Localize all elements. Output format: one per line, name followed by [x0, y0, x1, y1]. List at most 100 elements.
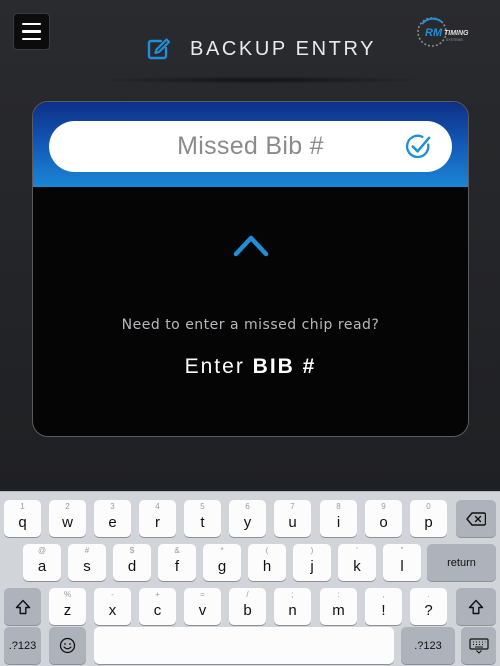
key-alt-char: ': [356, 546, 358, 555]
key-z[interactable]: % z: [49, 588, 86, 625]
enter-bib-instruction: Enter BIB #: [33, 355, 468, 379]
key-exclamation[interactable]: ,!: [365, 588, 402, 625]
key-q[interactable]: 1q: [4, 500, 41, 537]
key-char: k: [353, 558, 361, 575]
missed-bib-input[interactable]: Missed Bib #: [49, 121, 452, 172]
numbers-key-left[interactable]: .?123: [4, 627, 41, 664]
arrow-up-icon: [233, 235, 269, 301]
key-alt-char: 0: [426, 502, 431, 511]
key-char: j: [310, 558, 314, 575]
key-char: d: [127, 558, 137, 575]
return-key[interactable]: return: [427, 544, 496, 581]
return-label: return: [447, 556, 476, 569]
shift-key-left[interactable]: [4, 588, 41, 625]
key-alt-char: 3: [110, 502, 115, 511]
key-alt-char: @: [37, 546, 47, 555]
key-char: s: [83, 558, 91, 575]
key-b[interactable]: / b: [229, 588, 266, 625]
key-w[interactable]: 2w: [49, 500, 86, 537]
key-s[interactable]: # s: [68, 544, 106, 581]
key-char: c: [153, 602, 162, 619]
key-alt-char: 9: [381, 502, 386, 511]
key-alt-char: .: [427, 590, 430, 599]
key-alt-char: 4: [155, 502, 160, 511]
key-o[interactable]: 9o: [365, 500, 402, 537]
key-alt-char: 7: [290, 502, 295, 511]
key-d[interactable]: $ d: [113, 544, 151, 581]
key-t[interactable]: 5t: [184, 500, 221, 537]
key-alt-char: (: [265, 546, 269, 555]
key-j[interactable]: ) j: [293, 544, 331, 581]
key-char: q: [18, 514, 27, 531]
dismiss-keyboard-key[interactable]: [461, 627, 496, 664]
onscreen-keyboard: 1q 2w 3e 4r 5t 6y 7u 8i 9o 0p @ a # s $ d &…: [0, 491, 500, 666]
enter-prefix: Enter: [184, 355, 245, 378]
header-divider-shadow: [90, 76, 430, 84]
key-f[interactable]: & f: [158, 544, 196, 581]
key-alt-char: ;: [291, 590, 294, 599]
key-alt-char: ,: [382, 590, 385, 599]
key-alt-char: &: [174, 546, 180, 555]
missed-chip-hint: Need to enter a missed chip read?: [121, 317, 380, 333]
key-x[interactable]: -x: [94, 588, 131, 625]
key-alt-char: %: [63, 590, 72, 599]
shift-key-face: [456, 588, 496, 625]
bib-input-placeholder: Missed Bib #: [177, 132, 324, 160]
key-question[interactable]: .?: [410, 588, 447, 625]
key-alt-char: ): [310, 546, 314, 555]
key-char: t: [200, 514, 205, 531]
key-alt-char: *: [220, 546, 224, 555]
menu-icon-bar: [22, 37, 41, 41]
key-m[interactable]: :m: [320, 588, 357, 625]
numbers-key-label: .?123: [414, 639, 442, 652]
key-alt-char: +: [155, 590, 160, 599]
key-char: y: [243, 514, 252, 531]
key-v[interactable]: = v: [184, 588, 221, 625]
key-alt-char: $: [129, 546, 135, 555]
key-h[interactable]: (h: [248, 544, 286, 581]
enter-bib-label: BIB #: [252, 355, 317, 378]
key-k[interactable]: ' k: [338, 544, 376, 581]
menu-icon-bar: [22, 30, 41, 33]
keyboard-icon: [468, 637, 489, 654]
key-g[interactable]: * g: [203, 544, 241, 581]
key-p[interactable]: 0p: [410, 500, 447, 537]
svg-text:RM: RM: [425, 27, 443, 39]
key-n[interactable]: ; n: [274, 588, 311, 625]
key-c[interactable]: + c: [139, 588, 176, 625]
emoji-icon: [59, 637, 76, 654]
page-title-group: BACKUP ENTRY: [147, 36, 376, 62]
key-char: h: [262, 558, 272, 575]
backspace-key-face: [456, 500, 496, 537]
emoji-key[interactable]: [49, 627, 86, 664]
rm-timing-logo: RM TIMING SYSTEMS: [417, 17, 469, 47]
edit-icon: [147, 38, 171, 60]
key-char: v: [198, 602, 207, 619]
key-alt-char: #: [84, 546, 90, 555]
key-char: f: [174, 558, 180, 575]
page-title: BACKUP ENTRY: [190, 37, 377, 60]
backspace-key[interactable]: [456, 500, 496, 537]
key-char: x: [108, 602, 117, 619]
backspace-icon: [466, 511, 486, 526]
key-char: b: [243, 602, 252, 619]
key-y[interactable]: 6y: [229, 500, 266, 537]
key-alt-char: 6: [245, 502, 250, 511]
space-key[interactable]: [94, 627, 394, 664]
check-circle-icon[interactable]: [405, 133, 432, 160]
key-e[interactable]: 3e: [94, 500, 131, 537]
key-alt-char: 8: [336, 502, 341, 511]
key-alt-char: 1: [20, 502, 25, 511]
shift-icon: [15, 599, 30, 614]
key-i[interactable]: 8i: [320, 500, 357, 537]
key-u[interactable]: 7u: [274, 500, 311, 537]
key-char: o: [379, 514, 388, 531]
numbers-key-label: .?123: [8, 639, 37, 652]
numbers-key-right[interactable]: .?123: [401, 627, 455, 664]
hamburger-menu-button[interactable]: [13, 13, 50, 50]
menu-icon-bar: [22, 22, 41, 26]
key-l[interactable]: " l: [383, 544, 421, 581]
key-a[interactable]: @ a: [23, 544, 61, 581]
shift-key-right[interactable]: [456, 588, 496, 625]
key-r[interactable]: 4r: [139, 500, 176, 537]
